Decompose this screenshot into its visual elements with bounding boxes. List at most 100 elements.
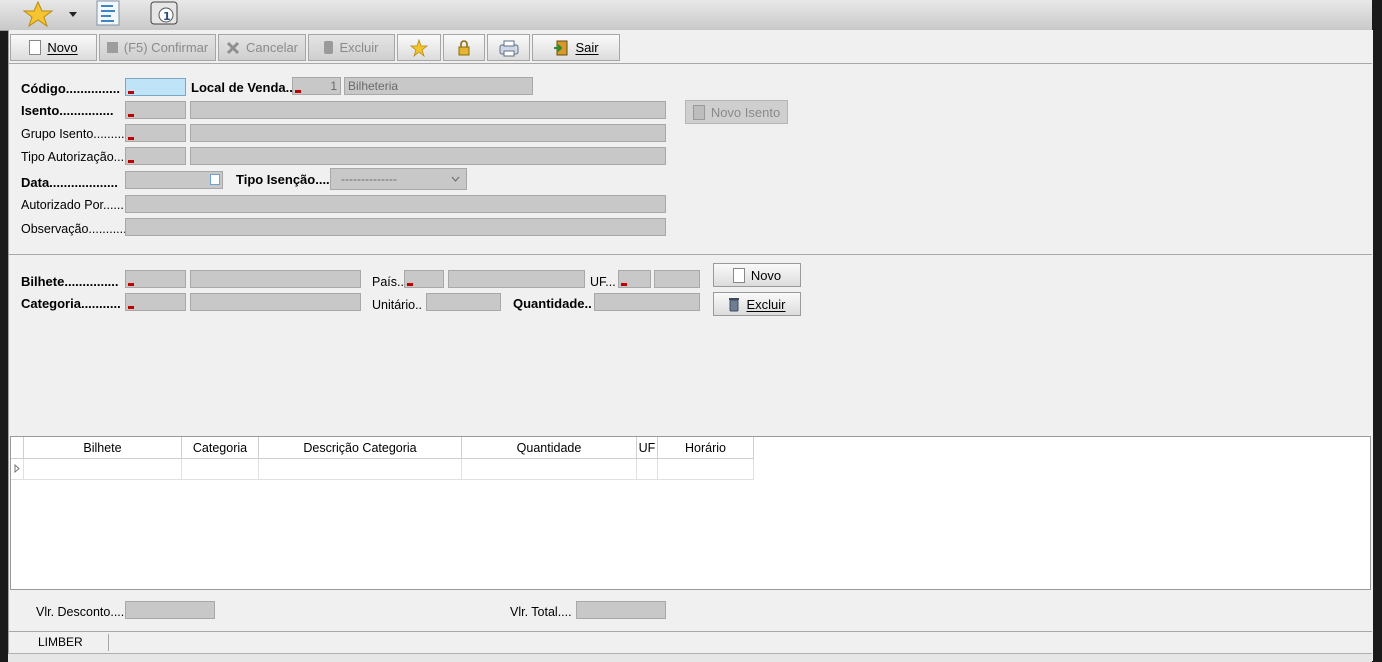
item-new-button[interactable]: Novo xyxy=(713,263,801,287)
lock-button[interactable] xyxy=(443,34,485,61)
grid-cell[interactable] xyxy=(637,459,658,480)
uf-name-field xyxy=(654,270,700,288)
cancel-button-label: Cancelar xyxy=(245,40,299,55)
quantidade-input[interactable] xyxy=(594,293,700,311)
grupo-isento-name-field xyxy=(190,124,666,142)
column-header-uf[interactable]: UF xyxy=(637,437,658,459)
new-button[interactable]: Novo xyxy=(10,34,97,61)
new-document-icon xyxy=(692,104,705,120)
chevron-down-icon xyxy=(451,176,460,182)
local-venda-name-field: Bilheteria xyxy=(344,77,533,95)
unitario-input[interactable] xyxy=(426,293,501,311)
desconto-label: Vlr. Desconto.... xyxy=(36,605,125,619)
svg-text:1: 1 xyxy=(163,10,171,23)
grid-cell[interactable] xyxy=(462,459,637,480)
tipo-autorizacao-name-field xyxy=(190,147,666,165)
novo-isento-button-label: Novo Isento xyxy=(710,104,781,120)
autorizado-por-input[interactable] xyxy=(125,195,666,213)
star-icon xyxy=(410,38,428,57)
codigo-label: Código............... xyxy=(21,81,120,96)
delete-button[interactable]: Excluir xyxy=(308,34,395,61)
printer-icon xyxy=(499,40,518,56)
new-document-icon xyxy=(29,40,42,55)
tipo-autorizacao-label: Tipo Autorização.... xyxy=(21,150,128,164)
status-separator xyxy=(108,634,109,651)
grid-cell[interactable] xyxy=(658,459,754,480)
chevron-down-icon[interactable] xyxy=(68,10,78,18)
trash-icon xyxy=(324,41,334,54)
new-button-label: Novo xyxy=(47,40,78,55)
grid-row-indicator-header xyxy=(11,437,24,459)
column-header-horario[interactable]: Horário xyxy=(658,437,754,459)
isento-label: Isento............... xyxy=(21,103,114,118)
tipo-isencao-label: Tipo Isenção.... xyxy=(236,172,330,187)
desconto-field xyxy=(125,601,215,619)
calendar-icon[interactable]: 1 xyxy=(148,0,182,26)
item-new-button-label: Novo xyxy=(750,267,782,283)
exit-button-label: Sair xyxy=(575,40,599,55)
observacao-input[interactable] xyxy=(125,218,666,236)
favorites-star-icon[interactable] xyxy=(20,0,56,28)
codigo-input[interactable] xyxy=(125,78,186,96)
quantidade-label: Quantidade.. xyxy=(513,296,592,311)
cancel-button[interactable]: Cancelar xyxy=(218,34,306,61)
lock-icon xyxy=(458,39,470,55)
autorizado-por-label: Autorizado Por....... xyxy=(21,198,128,212)
required-marker xyxy=(128,114,134,117)
isento-code-input[interactable] xyxy=(125,101,186,119)
tipo-isencao-selected-value: -------------- xyxy=(341,172,397,186)
novo-isento-button[interactable]: Novo Isento xyxy=(685,100,788,124)
item-delete-button-label: Excluir xyxy=(746,296,786,312)
confirm-button[interactable]: (F5) Confirmar xyxy=(99,34,216,61)
status-divider xyxy=(9,631,1372,632)
local-venda-label: Local de Venda.. xyxy=(191,80,293,95)
section-divider xyxy=(9,254,1372,255)
required-marker xyxy=(621,283,627,286)
required-marker xyxy=(128,91,134,94)
confirm-button-label: (F5) Confirmar xyxy=(123,40,209,55)
calendar-picker-icon[interactable] xyxy=(210,174,220,185)
tipo-isencao-select[interactable]: -------------- xyxy=(330,168,467,190)
required-marker xyxy=(128,306,134,309)
unitario-label: Unitário.. xyxy=(372,298,423,312)
toolbar-divider xyxy=(9,63,1372,64)
row-pointer-icon xyxy=(14,464,20,473)
save-icon xyxy=(106,42,118,53)
data-date-input[interactable] xyxy=(125,171,223,189)
categoria-code-input[interactable] xyxy=(125,293,186,311)
required-marker xyxy=(128,283,134,286)
pais-label: País.. xyxy=(372,275,404,289)
tipo-autorizacao-code-input[interactable] xyxy=(125,147,186,165)
bilhete-label: Bilhete............... xyxy=(21,274,119,289)
uf-label: UF... xyxy=(590,275,616,289)
top-icon-bar: 1 xyxy=(0,0,1372,31)
required-marker xyxy=(295,90,301,93)
status-user: LIMBER xyxy=(38,635,83,649)
item-delete-button[interactable]: Excluir xyxy=(713,292,801,316)
exit-door-icon xyxy=(554,40,568,55)
grid-cell[interactable] xyxy=(182,459,259,480)
grupo-isento-label: Grupo Isento......... xyxy=(21,127,125,141)
favorite-button[interactable] xyxy=(397,34,441,61)
column-header-descricao-categoria[interactable]: Descrição Categoria xyxy=(259,437,462,459)
column-header-bilhete[interactable]: Bilhete xyxy=(24,437,182,459)
data-label: Data................... xyxy=(21,175,118,190)
categoria-label: Categoria........... xyxy=(21,296,121,311)
total-label: Vlr. Total.... xyxy=(510,605,572,619)
grid-cell[interactable] xyxy=(259,459,462,480)
print-button[interactable] xyxy=(487,34,530,61)
column-header-quantidade[interactable]: Quantidade xyxy=(462,437,637,459)
grupo-isento-code-input[interactable] xyxy=(125,124,186,142)
total-field xyxy=(576,601,666,619)
row-indicator[interactable] xyxy=(11,459,24,480)
column-header-categoria[interactable]: Categoria xyxy=(182,437,259,459)
delete-button-label: Excluir xyxy=(339,40,379,55)
observacao-label: Observação........... xyxy=(21,222,127,236)
exit-button[interactable]: Sair xyxy=(532,34,620,61)
categoria-name-field xyxy=(190,293,361,311)
required-marker xyxy=(407,283,413,286)
grid-cell[interactable] xyxy=(24,459,182,480)
bilhete-code-input[interactable] xyxy=(125,270,186,288)
list-menu-icon[interactable] xyxy=(94,0,122,26)
bilhete-name-field xyxy=(190,270,361,288)
